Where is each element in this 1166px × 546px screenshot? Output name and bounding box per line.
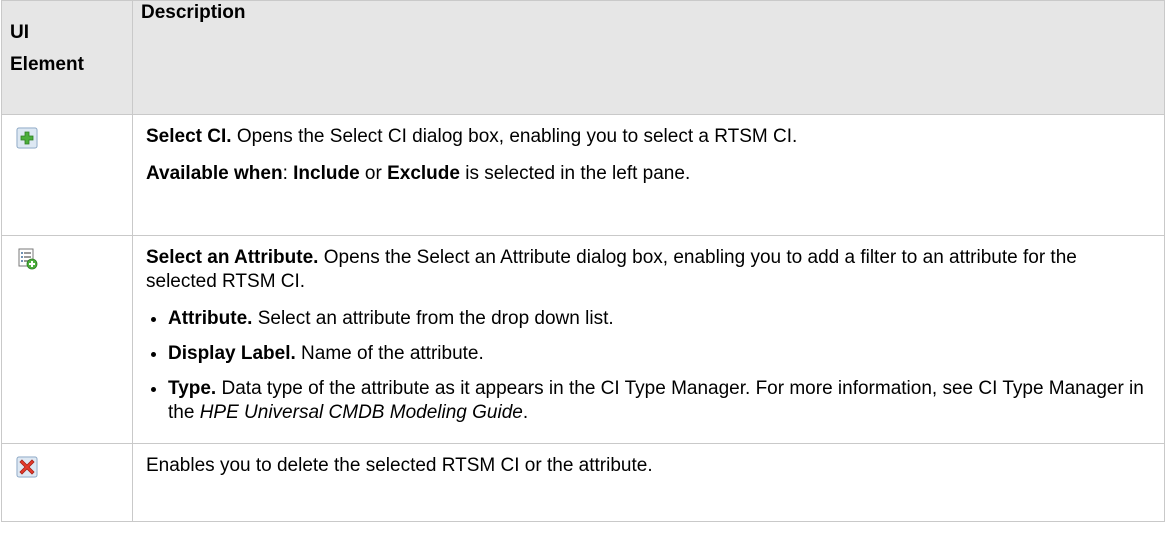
ui-element-cell	[1, 114, 133, 236]
item-title: Select CI.	[146, 126, 232, 147]
list-item: Type. Data type of the attribute as it a…	[146, 377, 1152, 425]
availability-note: Available when: Include or Exclude is se…	[146, 162, 1152, 186]
attribute-options-list: Attribute. Select an attribute from the …	[146, 307, 1152, 425]
item-text: Opens the Select CI dialog box, enabling…	[231, 126, 798, 147]
option-label: Attribute.	[168, 308, 253, 329]
table-header-row: UI Element Description	[1, 0, 1165, 115]
option-tail: .	[522, 402, 529, 423]
list-item: Display Label. Name of the attribute.	[146, 342, 1152, 366]
header-ui-element: UI Element	[1, 0, 133, 115]
description-text: Select CI. Opens the Select CI dialog bo…	[146, 125, 1152, 149]
option-text: Select an attribute from the drop down l…	[252, 308, 614, 329]
ui-element-cell	[1, 235, 133, 444]
table-row: Select an Attribute. Opens the Select an…	[1, 235, 1165, 444]
bullet-icon	[151, 387, 156, 392]
option-label: Type.	[168, 378, 217, 399]
option-include: Include	[293, 163, 360, 184]
description-cell: Enables you to delete the selected RTSM …	[132, 443, 1165, 522]
list-add-attribute-icon	[18, 248, 38, 270]
list-item: Attribute. Select an attribute from the …	[146, 307, 1152, 331]
header-description: Description	[132, 0, 1165, 115]
bullet-icon	[151, 317, 156, 322]
available-label: Available when	[146, 163, 283, 184]
bullet-icon	[151, 352, 156, 357]
header-ui-line2: Element	[10, 54, 84, 75]
available-or: or	[359, 163, 388, 184]
description-cell: Select an Attribute. Opens the Select an…	[132, 235, 1165, 444]
description-cell: Select CI. Opens the Select CI dialog bo…	[132, 114, 1165, 236]
add-green-plus-icon	[16, 127, 38, 149]
option-label: Display Label.	[168, 343, 296, 364]
available-sep: :	[282, 163, 294, 184]
table-row: Enables you to delete the selected RTSM …	[1, 443, 1165, 522]
description-text: Enables you to delete the selected RTSM …	[146, 455, 653, 476]
option-text: Name of the attribute.	[295, 343, 484, 364]
guide-title: HPE Universal CMDB Modeling Guide	[199, 402, 523, 423]
header-ui-line1: UI	[10, 22, 29, 43]
ui-element-table: UI Element Description Select CI. Opens …	[1, 0, 1165, 522]
item-title: Select an Attribute.	[146, 247, 319, 268]
ui-element-cell	[1, 443, 133, 522]
option-exclude: Exclude	[387, 163, 460, 184]
available-rest: is selected in the left pane.	[459, 163, 691, 184]
table-row: Select CI. Opens the Select CI dialog bo…	[1, 114, 1165, 236]
delete-red-x-icon	[16, 456, 38, 478]
description-text: Select an Attribute. Opens the Select an…	[146, 246, 1152, 294]
